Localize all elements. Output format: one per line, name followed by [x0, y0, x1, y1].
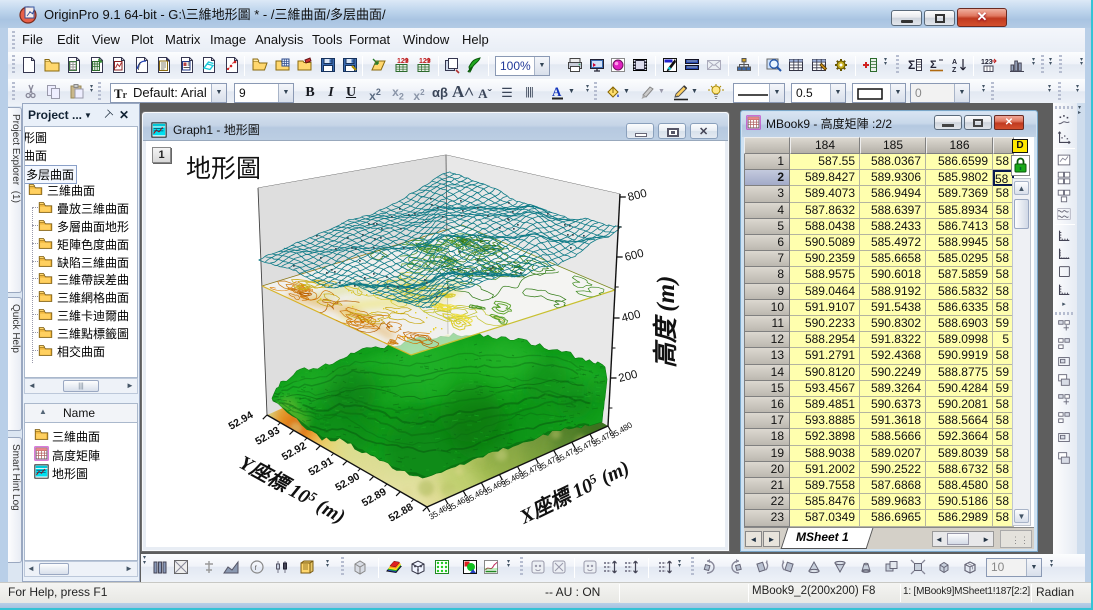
- svg-text:52.89: 52.89: [360, 486, 389, 510]
- svg-text:A: A: [952, 59, 957, 66]
- svg-text:400: 400: [620, 309, 642, 325]
- svg-text:Z: Z: [952, 67, 957, 74]
- svg-text:123: 123: [981, 59, 993, 66]
- svg-text:A: A: [552, 84, 562, 99]
- svg-text:高度 (m): 高度 (m): [652, 276, 680, 368]
- svg-text:800: 800: [627, 188, 649, 204]
- svg-text:600: 600: [624, 248, 646, 264]
- svg-text:52.92: 52.92: [280, 440, 309, 464]
- svg-text:52.94: 52.94: [227, 409, 256, 433]
- svg-text:52.90: 52.90: [333, 470, 362, 494]
- svg-text:r: r: [255, 563, 258, 572]
- svg-text:Σ: Σ: [930, 59, 937, 71]
- svg-text:200: 200: [617, 369, 639, 385]
- svg-text:52.93: 52.93: [253, 424, 282, 448]
- svg-text:地形圖: 地形圖: [186, 155, 261, 183]
- svg-text:Σ: Σ: [908, 58, 915, 72]
- svg-text:52.88: 52.88: [387, 501, 416, 525]
- svg-text:52.91: 52.91: [307, 455, 336, 479]
- svg-text:35.480: 35.480: [608, 419, 634, 440]
